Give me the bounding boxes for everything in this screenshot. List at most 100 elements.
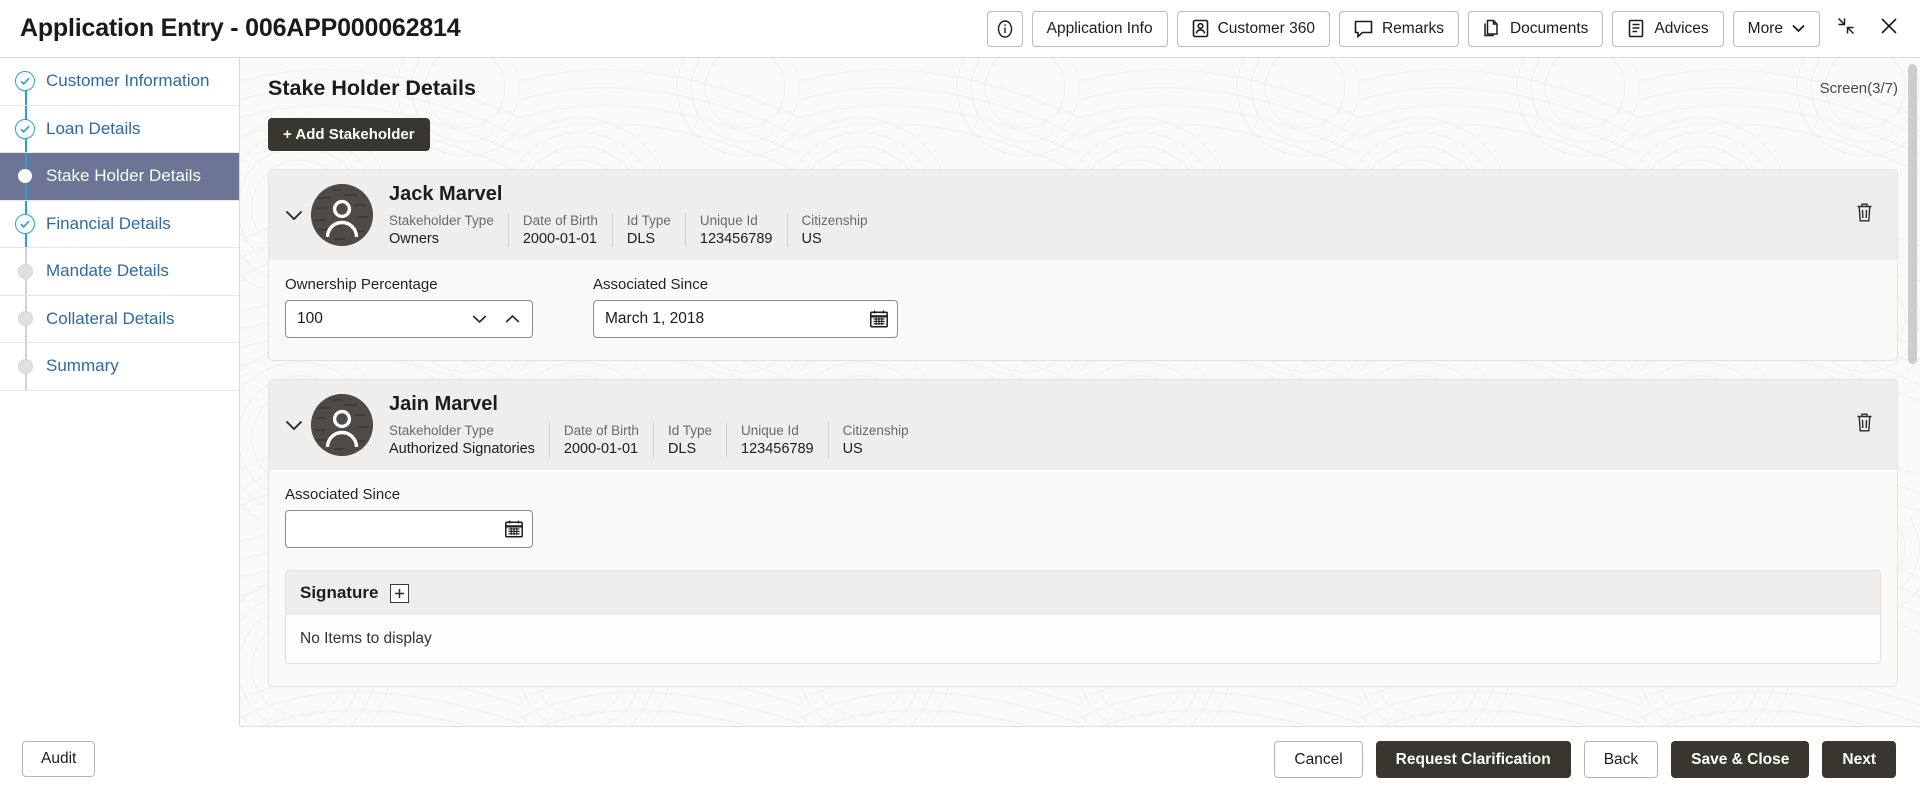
- advices-icon: [1627, 19, 1645, 38]
- back-button[interactable]: Back: [1584, 741, 1658, 778]
- sidebar-item-label: Stake Holder Details: [46, 166, 201, 186]
- stakeholder-card-body: Ownership Percentage 100: [269, 260, 1897, 360]
- stakeholder-card: Jain Marvel Stakeholder Type Authorized …: [268, 379, 1898, 687]
- main-scrollbar-thumb[interactable]: [1908, 64, 1917, 364]
- meta-value: 123456789: [700, 231, 773, 247]
- meta-citizenship: Citizenship US: [788, 213, 882, 247]
- stepper-down-icon[interactable]: [472, 314, 487, 324]
- meta-stakeholder-type: Stakeholder Type Owners: [389, 213, 509, 247]
- meta-citizenship: Citizenship US: [829, 423, 923, 457]
- advices-button[interactable]: Advices: [1612, 11, 1723, 47]
- stakeholder-meta: Stakeholder Type Authorized Signatories …: [389, 423, 923, 457]
- associated-since-field: Associated Since March 1, 2018: [593, 276, 898, 338]
- customer-360-button[interactable]: Customer 360: [1177, 11, 1330, 47]
- sidebar-item-stake-holder-details[interactable]: Stake Holder Details: [0, 153, 239, 201]
- add-signature-icon[interactable]: [390, 584, 409, 603]
- collapse-icon: [1837, 17, 1855, 40]
- expand-collapse-chevron-down-icon[interactable]: [281, 412, 307, 438]
- page-header: Stake Holder Details Screen(3/7): [268, 76, 1898, 101]
- meta-value: 2000-01-01: [564, 441, 639, 457]
- meta-id-type: Id Type DLS: [654, 423, 727, 457]
- meta-value: 123456789: [741, 441, 814, 457]
- title-bar: Application Entry - 006APP000062814 Appl…: [0, 0, 1920, 58]
- ownership-percentage-field: Ownership Percentage 100: [285, 276, 533, 338]
- customer-360-label: Customer 360: [1218, 20, 1315, 38]
- step-active-icon: [14, 165, 36, 187]
- stakeholder-card-body: Associated Since: [269, 470, 1897, 686]
- sidebar-item-collateral-details[interactable]: Collateral Details: [0, 296, 239, 344]
- meta-label: Stakeholder Type: [389, 423, 535, 438]
- ownership-percentage-input[interactable]: 100: [285, 300, 533, 338]
- comment-icon: [1354, 20, 1373, 38]
- signature-panel: Signature No Items to display: [285, 570, 1881, 664]
- step-complete-icon: [14, 213, 36, 235]
- toolbar: Application Info Customer 360 Remarks: [987, 11, 1906, 47]
- request-clarification-button[interactable]: Request Clarification: [1376, 741, 1571, 778]
- avatar: [311, 394, 373, 456]
- add-stakeholder-button[interactable]: + Add Stakeholder: [268, 118, 430, 151]
- collapse-button[interactable]: [1829, 12, 1863, 46]
- id-card-icon: [1192, 19, 1209, 38]
- stakeholder-card-header: Jack Marvel Stakeholder Type Owners Date…: [269, 170, 1897, 260]
- step-pending-icon: [14, 308, 36, 330]
- delete-stakeholder-button[interactable]: [1849, 200, 1879, 230]
- info-circle-icon: [995, 19, 1015, 39]
- sidebar-item-mandate-details[interactable]: Mandate Details: [0, 248, 239, 296]
- calendar-icon[interactable]: [869, 309, 889, 329]
- documents-icon: [1483, 19, 1501, 38]
- main-inner: Stake Holder Details Screen(3/7) + Add S…: [240, 58, 1920, 726]
- field-label: Associated Since: [593, 276, 898, 293]
- meta-stakeholder-type: Stakeholder Type Authorized Signatories: [389, 423, 550, 457]
- close-button[interactable]: [1872, 12, 1906, 46]
- associated-since-input[interactable]: [285, 510, 533, 548]
- more-label: More: [1748, 20, 1783, 38]
- stakeholder-name: Jain Marvel: [389, 393, 923, 416]
- meta-label: Id Type: [668, 423, 712, 438]
- sidebar-item-label: Collateral Details: [46, 309, 175, 329]
- sidebar-item-label: Customer Information: [46, 71, 209, 91]
- chevron-down-icon: [1792, 24, 1805, 33]
- meta-id-type: Id Type DLS: [613, 213, 686, 247]
- avatar: [311, 184, 373, 246]
- sidebar-item-label: Loan Details: [46, 119, 141, 139]
- step-pending-icon: [14, 355, 36, 377]
- meta-label: Citizenship: [843, 423, 909, 438]
- meta-value: US: [802, 231, 868, 247]
- info-button[interactable]: [987, 11, 1023, 47]
- sidebar-item-loan-details[interactable]: Loan Details: [0, 106, 239, 154]
- signature-empty-state: No Items to display: [286, 615, 1880, 663]
- stepper-up-icon[interactable]: [505, 314, 520, 324]
- sidebar-item-summary[interactable]: Summary: [0, 343, 239, 391]
- footer-action-bar: Cancel Request Clarification Back Save &…: [240, 726, 1920, 792]
- field-row: Ownership Percentage 100: [285, 276, 1881, 338]
- application-info-button[interactable]: Application Info: [1032, 11, 1168, 47]
- next-button[interactable]: Next: [1822, 741, 1896, 778]
- meta-value: US: [843, 441, 909, 457]
- meta-label: Unique Id: [700, 213, 773, 228]
- documents-button[interactable]: Documents: [1468, 11, 1603, 47]
- trash-icon: [1855, 412, 1874, 438]
- sidebar-item-financial-details[interactable]: Financial Details: [0, 201, 239, 249]
- advices-label: Advices: [1654, 20, 1708, 38]
- sidebar-item-customer-information[interactable]: Customer Information: [0, 58, 239, 106]
- expand-collapse-chevron-down-icon[interactable]: [281, 202, 307, 228]
- meta-value: 2000-01-01: [523, 231, 598, 247]
- delete-stakeholder-button[interactable]: [1849, 410, 1879, 440]
- stepper-sidebar: Customer Information Loan Details Stake …: [0, 58, 240, 792]
- calendar-icon[interactable]: [504, 519, 524, 539]
- meta-value: DLS: [627, 231, 671, 247]
- more-button[interactable]: More: [1733, 11, 1820, 47]
- save-and-close-button[interactable]: Save & Close: [1671, 741, 1809, 778]
- meta-label: Date of Birth: [564, 423, 639, 438]
- remarks-button[interactable]: Remarks: [1339, 11, 1459, 47]
- main-content: Stake Holder Details Screen(3/7) + Add S…: [240, 58, 1920, 792]
- associated-since-field: Associated Since: [285, 486, 533, 548]
- page-title: Application Entry - 006APP000062814: [20, 14, 460, 43]
- trash-icon: [1855, 202, 1874, 228]
- stakeholder-meta: Stakeholder Type Owners Date of Birth 20…: [389, 213, 882, 247]
- audit-button[interactable]: Audit: [22, 741, 95, 777]
- audit-area: Audit: [0, 726, 240, 792]
- cancel-button[interactable]: Cancel: [1274, 741, 1362, 778]
- associated-since-input[interactable]: March 1, 2018: [593, 300, 898, 338]
- signature-header: Signature: [286, 571, 1880, 615]
